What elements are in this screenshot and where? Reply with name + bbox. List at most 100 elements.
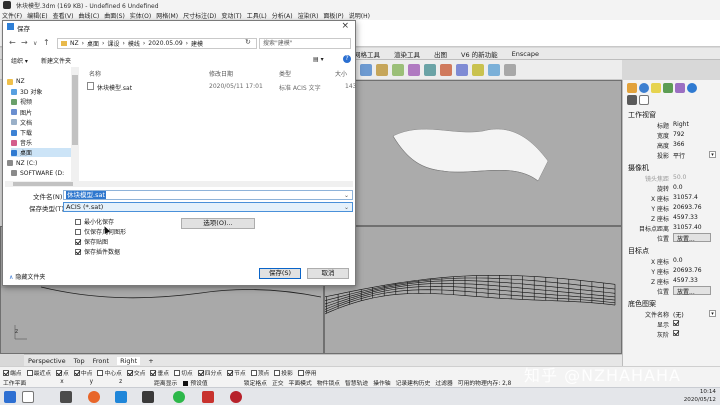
breadcrumb-item[interactable]: 模线 [128,39,140,48]
osnap-item[interactable]: 切点 [174,368,193,377]
osnap-checkbox[interactable] [150,370,157,376]
property-value[interactable]: 20693.76 [673,204,702,211]
property-value[interactable]: 50.0 [673,174,686,181]
osnap-checkbox[interactable] [250,370,257,376]
nav-item[interactable]: 桌面 [11,148,71,158]
property-value[interactable]: Right [673,121,689,128]
menu-item[interactable]: 实体(O) [130,11,151,20]
viewport-right[interactable] [314,226,622,354]
status-toggle[interactable]: 锁定格点 [244,378,267,387]
up-arrow-icon[interactable]: ↑ [43,38,50,47]
nav-item[interactable]: NZ [7,77,67,86]
search-input[interactable]: 搜索"建模" [259,38,351,49]
osnap-checkbox[interactable] [197,370,204,376]
osnap-checkbox[interactable] [73,370,80,376]
tool-icon[interactable] [376,64,388,76]
chevron-down-icon[interactable]: ⌄ [344,191,349,200]
menu-item[interactable]: 尺寸标注(D) [183,11,216,20]
place-button[interactable]: 放置... [673,233,711,243]
pdf-icon[interactable] [202,391,214,403]
osnap-item[interactable]: 节点 [227,368,246,377]
breadcrumb-item[interactable]: 2020.05.09 [148,40,182,47]
status-toggle[interactable]: 物件锁点 [317,378,340,387]
option-checkbox[interactable] [75,248,81,255]
osnap-checkbox[interactable] [274,370,281,376]
property-value[interactable]: (无) [673,310,684,319]
property-checkbox[interactable] [673,320,679,326]
property-value[interactable]: 4597.33 [673,277,698,284]
property-value[interactable]: 4597.33 [673,214,698,221]
osnap-checkbox[interactable] [297,370,304,376]
calculator-icon[interactable] [60,391,72,403]
breadcrumb-item[interactable]: 建模 [191,39,203,48]
viewport-tab[interactable]: Right [117,356,141,365]
viewport-perspective[interactable] [352,80,622,226]
osnap-checkbox[interactable] [3,370,9,376]
firefox-icon[interactable] [88,391,100,403]
nav-item[interactable]: 图片 [11,108,71,117]
close-icon[interactable]: × [341,21,349,31]
menu-item[interactable]: 分析(A) [272,11,293,20]
tool-icon[interactable] [392,64,404,76]
menu-item[interactable]: 说明(H) [349,11,370,20]
refresh-icon[interactable]: ↻ [245,38,251,46]
object-properties-icon[interactable] [627,83,637,93]
menu-item[interactable]: 曲面(S) [104,11,125,20]
property-value[interactable]: 0.0 [673,257,683,264]
save-option[interactable]: 保存贴图 [75,237,195,246]
osnap-item[interactable]: 最近点 [26,368,51,377]
viewport-tab[interactable]: Perspective [28,357,66,365]
save-option[interactable]: 最小化保存 [75,217,195,226]
filename-field[interactable]: 休块模型.sat ⌄ [63,190,353,200]
menu-item[interactable]: 工具(L) [247,11,267,20]
status-layer[interactable]: 预设值 [183,378,208,387]
osnap-item[interactable]: 点 [56,368,69,377]
property-value[interactable]: 31057.4 [673,194,698,201]
toolbar-tab[interactable]: 出图 [434,49,447,59]
osnap-checkbox[interactable] [97,370,104,376]
chevron-down-icon[interactable]: ▾ [709,151,716,158]
light-icon[interactable] [651,83,661,93]
help-icon[interactable]: ? [343,55,351,63]
menu-item[interactable]: 编辑(E) [27,11,47,20]
tool-icon[interactable] [424,64,436,76]
organize-button[interactable]: 组织 ▾ [11,56,28,65]
menu-item[interactable]: 查看(V) [53,11,74,20]
save-option[interactable]: 仅保存几何图形 [75,227,195,236]
save-button[interactable]: 保存(S) [259,268,301,279]
nav-item[interactable]: 音乐 [11,138,71,147]
property-checkbox[interactable] [673,330,679,336]
hide-folders-toggle[interactable]: ∧ 隐藏文件夹 [9,272,45,281]
start-icon[interactable] [4,391,16,403]
osnap-checkbox[interactable] [56,370,63,376]
property-value[interactable]: 20693.76 [673,267,702,274]
nav-item[interactable]: 3D 对象 [11,87,71,96]
layer-icon[interactable] [663,83,673,93]
col-type[interactable]: 类型 [279,69,291,78]
status-toggle[interactable]: 可用的物理内存: 2,8 [458,378,512,387]
osnap-item[interactable]: 投影 [274,368,293,377]
nav-scrollbar[interactable] [71,67,79,181]
osnap-checkbox[interactable] [227,370,234,376]
tool-icon[interactable] [440,64,452,76]
tool-icon[interactable] [456,64,468,76]
nav-item[interactable]: 文档 [11,118,71,127]
property-value[interactable]: 平行 [673,151,685,160]
toolbar-tab[interactable]: Enscape [512,50,539,58]
material-icon[interactable] [639,83,649,93]
tool-icon[interactable] [504,64,516,76]
nav-item[interactable]: SOFTWARE (D: [11,169,71,178]
chevron-down-icon[interactable]: ▾ [709,310,716,317]
tool-icon[interactable] [472,64,484,76]
breadcrumb-item[interactable]: 课设 [107,39,119,48]
nav-item[interactable]: NZ (C:) [7,159,67,168]
nav-item[interactable]: 下载 [11,128,71,137]
property-value[interactable]: 366 [673,141,684,148]
toolbar-tab[interactable]: 渲染工具 [394,49,420,59]
menu-item[interactable]: 曲线(C) [78,11,99,20]
osnap-item[interactable]: 交点 [126,368,145,377]
status-toggle[interactable]: 正交 [272,378,284,387]
menu-item[interactable]: 渲染(R) [298,11,319,20]
menu-item[interactable]: 变动(T) [221,11,241,20]
option-checkbox[interactable] [75,238,81,245]
